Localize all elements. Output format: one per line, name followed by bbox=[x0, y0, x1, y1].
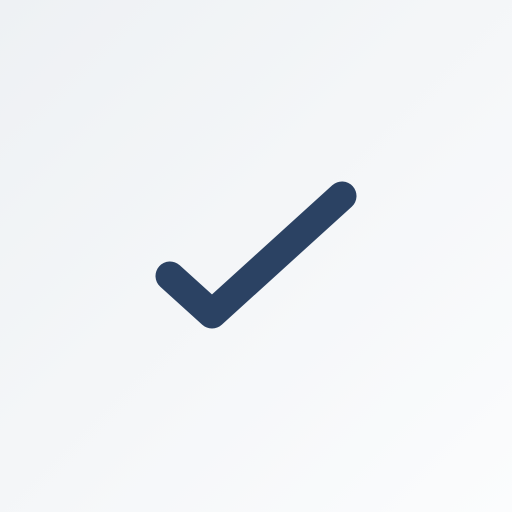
checkmark-icon bbox=[155, 181, 357, 329]
icon-canvas bbox=[0, 0, 512, 512]
checkmark-stroke bbox=[155, 181, 357, 329]
